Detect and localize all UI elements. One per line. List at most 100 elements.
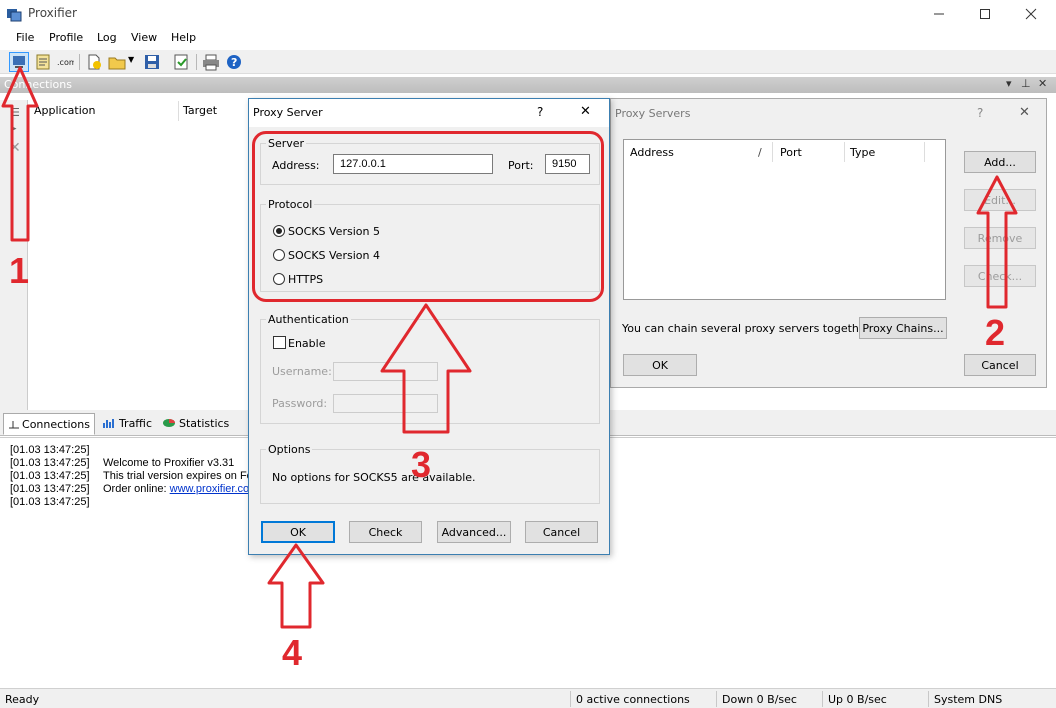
proxifier-app-icon [7, 9, 22, 22]
annotation-number-1: 1 [9, 250, 30, 291]
menu-profile[interactable]: Profile [49, 31, 83, 44]
tab-traffic-label: Traffic [118, 417, 152, 430]
column-divider [772, 142, 773, 162]
status-active-connections: 0 active connections [576, 693, 690, 706]
toolbar-separator [196, 54, 197, 70]
protocol-highlight-box [252, 131, 604, 302]
ok-button[interactable]: OK [261, 521, 335, 543]
open-profile-icon[interactable] [108, 53, 126, 71]
dropdown-arrow-icon[interactable]: ▼ [128, 55, 134, 64]
column-divider [924, 142, 925, 162]
tab-statistics[interactable]: Statistics [158, 413, 234, 435]
log-message: Welcome to Proxifier v3.31 [103, 457, 235, 469]
ok-button[interactable]: OK [623, 354, 697, 376]
new-profile-icon[interactable] [85, 53, 103, 71]
annotation-arrow-up-icon [1, 66, 39, 242]
log-message-text: Order online: [103, 483, 170, 495]
print-icon[interactable] [202, 53, 220, 71]
proxy-server-dialog-title: Proxy Server [253, 106, 323, 119]
help-icon[interactable]: ? [537, 105, 543, 119]
password-label: Password: [272, 397, 328, 410]
log-time: [01.03 13:47:25] [10, 457, 90, 469]
dialog-title-bar: Proxy Server ? ✕ [249, 99, 609, 127]
pane-close-icon[interactable]: ✕ [1038, 77, 1047, 90]
options-group-label: Options [266, 443, 313, 456]
column-type[interactable]: Type [850, 146, 875, 159]
log-message: Order online: www.proxifier.com [103, 483, 258, 495]
log-time: [01.03 13:47:25] [10, 470, 90, 482]
sort-indicator-icon: / [758, 146, 762, 159]
svg-text:?: ? [231, 56, 237, 69]
save-profile-icon[interactable] [143, 53, 161, 71]
connections-tab-icon [9, 421, 20, 429]
enable-auth-checkbox[interactable] [273, 336, 286, 349]
close-dialog-button[interactable]: ✕ [580, 104, 591, 119]
tab-connections[interactable]: Connections [3, 413, 95, 435]
minimize-button[interactable] [916, 0, 962, 28]
add-button[interactable]: Add... [964, 151, 1036, 173]
statistics-tab-icon [163, 419, 175, 427]
annotation-number-3: 3 [411, 444, 432, 485]
pin-icon[interactable]: ⊥ [1021, 77, 1031, 90]
annotation-arrow-up-icon [976, 175, 1018, 309]
column-port[interactable]: Port [780, 146, 802, 159]
log-message: This trial version expires on Feb [103, 470, 259, 482]
annotation-arrow-up-icon [380, 303, 472, 434]
traffic-tab-icon [103, 419, 114, 428]
status-separator [822, 691, 823, 707]
column-divider [844, 142, 845, 162]
status-dns: System DNS [934, 693, 1003, 706]
pane-dropdown-icon[interactable]: ▾ [1006, 77, 1012, 90]
title-bar: Proxifier [0, 0, 1056, 28]
close-dialog-button[interactable]: ✕ [1019, 105, 1030, 120]
column-divider [178, 101, 179, 121]
tab-statistics-label: Statistics [179, 417, 230, 430]
status-bar: Ready 0 active connections Down 0 B/sec … [0, 688, 1056, 708]
status-up-rate: Up 0 B/sec [828, 693, 887, 706]
column-target[interactable]: Target [183, 104, 217, 117]
name-resolution-icon[interactable]: .com [56, 53, 74, 71]
toolbar-separator [79, 54, 80, 70]
tab-connections-label: Connections [22, 418, 90, 431]
menu-file[interactable]: File [16, 31, 34, 44]
maximize-button[interactable] [962, 0, 1008, 28]
status-ready: Ready [5, 693, 40, 706]
log-time: [01.03 13:47:25] [10, 444, 90, 456]
help-icon[interactable]: ? [977, 106, 983, 120]
authentication-group-label: Authentication [266, 313, 351, 326]
username-label: Username: [272, 365, 332, 378]
export-icon[interactable] [172, 53, 190, 71]
close-icon [1025, 8, 1037, 20]
proxy-chains-button[interactable]: Proxy Chains... [859, 317, 947, 339]
cancel-button[interactable]: Cancel [525, 521, 598, 543]
connections-pane-header: Connections ▾ ⊥ ✕ [0, 77, 1056, 93]
advanced-button[interactable]: Advanced... [437, 521, 511, 543]
chain-text: You can chain several proxy servers toge… [622, 322, 874, 335]
menu-bar: File Profile Log View Help [0, 30, 1056, 48]
minimize-icon [934, 13, 944, 15]
help-icon[interactable]: ? [225, 53, 243, 71]
close-window-button[interactable] [1008, 0, 1054, 28]
enable-auth-label[interactable]: Enable [288, 337, 325, 350]
column-application[interactable]: Application [34, 104, 95, 117]
website-link[interactable]: www.proxifier.com [170, 483, 259, 495]
column-address[interactable]: Address [630, 146, 674, 159]
status-separator [570, 691, 571, 707]
status-separator [716, 691, 717, 707]
window-title: Proxifier [28, 6, 77, 20]
log-time: [01.03 13:47:25] [10, 496, 90, 508]
menu-log[interactable]: Log [97, 31, 117, 44]
menu-view[interactable]: View [131, 31, 157, 44]
check-button[interactable]: Check [349, 521, 422, 543]
status-separator [928, 691, 929, 707]
proxy-servers-list[interactable]: Address / Port Type [623, 139, 946, 300]
annotation-number-2: 2 [985, 312, 1006, 353]
svg-text:.com: .com [57, 58, 74, 67]
options-text: No options for SOCKS5 are available. [272, 471, 476, 484]
proxy-servers-dialog-title: Proxy Servers [615, 107, 691, 120]
toolbar: .com ▼ ? [0, 50, 1056, 74]
annotation-arrow-up-icon [267, 543, 325, 629]
menu-help[interactable]: Help [171, 31, 196, 44]
tab-traffic[interactable]: Traffic [98, 413, 156, 435]
cancel-button[interactable]: Cancel [964, 354, 1036, 376]
